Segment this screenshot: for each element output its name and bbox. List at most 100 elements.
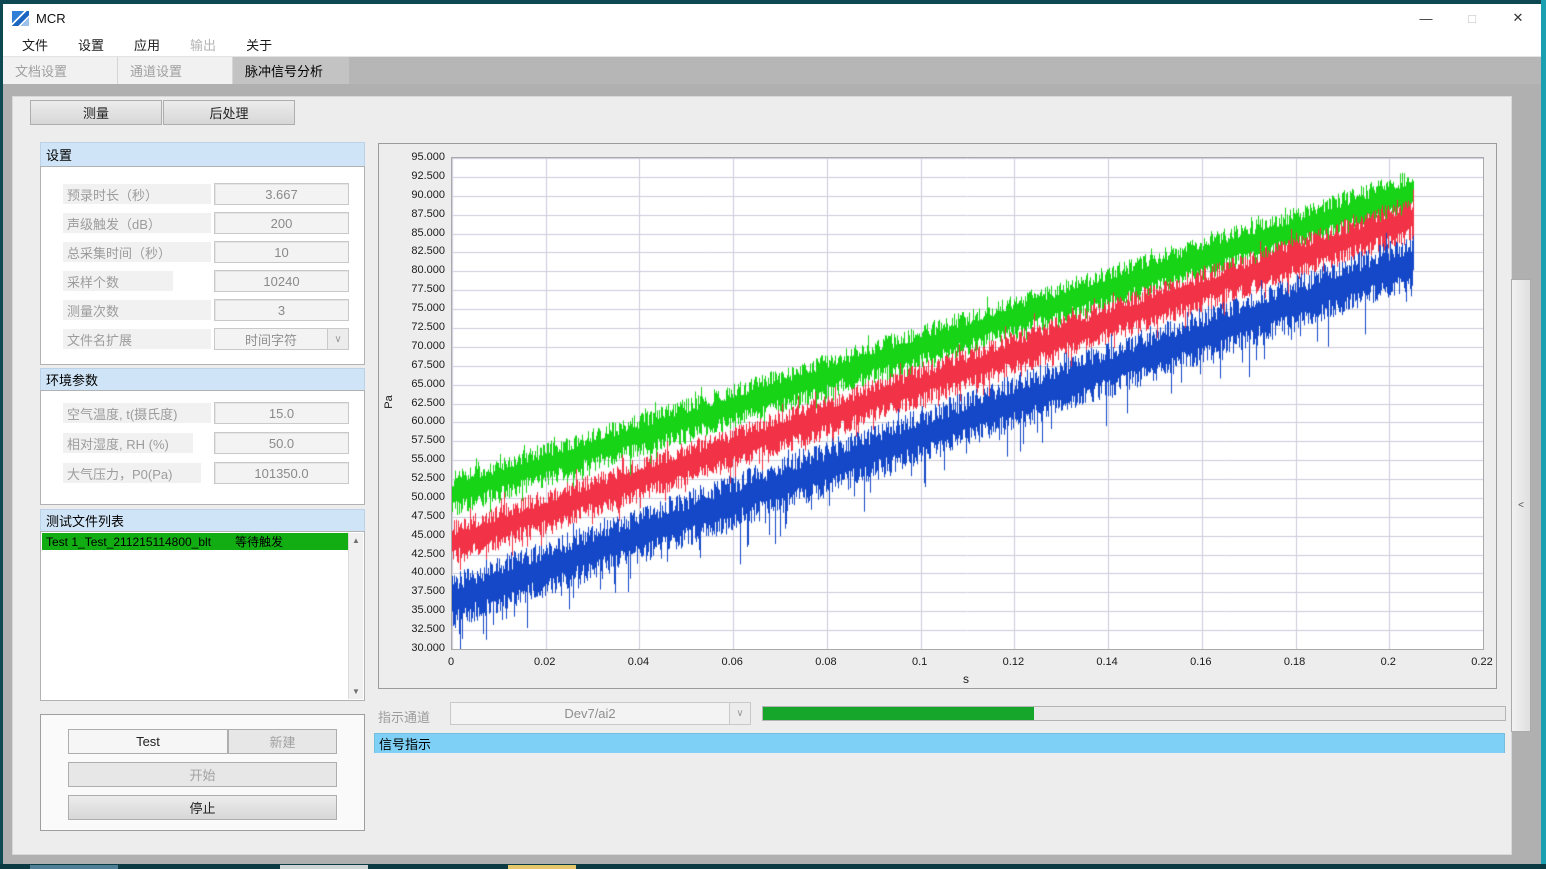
tab-document-settings: 文档设置 xyxy=(3,57,118,84)
x-tick-label: 0.06 xyxy=(721,656,742,668)
y-tick-label: 37.500 xyxy=(381,584,445,598)
collapse-pane-handle[interactable]: < xyxy=(1511,279,1531,732)
y-tick-label: 70.000 xyxy=(381,339,445,353)
run-control-box: Test 新建 开始 停止 xyxy=(40,714,365,831)
menu-settings[interactable]: 设置 xyxy=(63,32,119,57)
close-button[interactable]: ✕ xyxy=(1495,4,1541,32)
taskbar-icon xyxy=(30,865,118,869)
new-button: 新建 xyxy=(228,729,337,754)
y-tick-label: 90.000 xyxy=(381,188,445,202)
level-trigger-field[interactable]: 200 xyxy=(214,212,349,234)
sample-count-field[interactable]: 10240 xyxy=(214,270,349,292)
total-time-label: 总采集时间（秒） xyxy=(63,242,211,262)
signal-plot-canvas xyxy=(452,158,1483,649)
measure-times-label: 测量次数 xyxy=(63,300,211,320)
pressure-field[interactable]: 101350.0 xyxy=(214,462,349,484)
x-axis-title: s xyxy=(963,672,969,686)
prerecord-duration-label: 预录时长（秒） xyxy=(63,184,211,204)
tab-channel-settings: 通道设置 xyxy=(118,57,233,84)
x-tick-label: 0.14 xyxy=(1096,656,1117,668)
file-list-header: 测试文件列表 xyxy=(40,509,365,531)
menu-bar: 文件 设置 应用 输出 关于 xyxy=(3,32,1541,57)
y-tick-label: 82.500 xyxy=(381,244,445,258)
x-tick-label: 0.22 xyxy=(1471,656,1492,668)
taskbar-icon xyxy=(280,865,368,869)
y-tick-label: 40.000 xyxy=(381,565,445,579)
tab-strip: 文档设置 通道设置 脉冲信号分析 xyxy=(3,57,1541,84)
prerecord-duration-field[interactable]: 3.667 xyxy=(214,183,349,205)
y-tick-label: 30.000 xyxy=(381,641,445,655)
y-tick-label: 35.000 xyxy=(381,603,445,617)
y-tick-label: 50.000 xyxy=(381,490,445,504)
y-tick-label: 77.500 xyxy=(381,282,445,296)
list-item[interactable]: Test 1_Test_211215114800_blt 等待触发 xyxy=(42,533,349,550)
menu-output: 输出 xyxy=(175,32,231,57)
x-tick-label: 0.16 xyxy=(1190,656,1211,668)
x-tick-label: 0.08 xyxy=(815,656,836,668)
filename-ext-label: 文件名扩展 xyxy=(63,329,211,349)
y-tick-label: 42.500 xyxy=(381,547,445,561)
scroll-down-icon[interactable]: ▼ xyxy=(349,684,363,699)
y-tick-label: 52.500 xyxy=(381,471,445,485)
y-tick-label: 95.000 xyxy=(381,150,445,164)
level-trigger-label: 声级触发（dB） xyxy=(63,213,211,233)
plot-area xyxy=(451,157,1484,650)
title-bar: MCR — □ ✕ xyxy=(3,4,1541,32)
env-panel: 空气温度, t(摄氏度) 15.0 相对湿度, RH (%) 50.0 大气压力… xyxy=(40,390,365,505)
menu-file[interactable]: 文件 xyxy=(7,32,63,57)
x-tick-label: 0.02 xyxy=(534,656,555,668)
maximize-button[interactable]: □ xyxy=(1449,4,1495,32)
y-tick-label: 80.000 xyxy=(381,263,445,277)
settings-panel: 预录时长（秒） 3.667 声级触发（dB） 200 总采集时间（秒） 10 采… xyxy=(40,166,365,365)
env-panel-header: 环境参数 xyxy=(40,368,365,390)
taskbar-icon xyxy=(508,865,576,869)
x-tick-label: 0.2 xyxy=(1381,656,1396,668)
y-tick-label: 32.500 xyxy=(381,622,445,636)
y-tick-label: 75.000 xyxy=(381,301,445,315)
y-tick-label: 87.500 xyxy=(381,207,445,221)
start-button: 开始 xyxy=(68,762,337,787)
tab-pulse-signal-analysis[interactable]: 脉冲信号分析 xyxy=(233,57,349,84)
test-file-status: 等待触发 xyxy=(235,533,283,550)
y-tick-label: 67.500 xyxy=(381,358,445,372)
x-tick-label: 0 xyxy=(448,656,454,668)
measure-times-field[interactable]: 3 xyxy=(214,299,349,321)
chevron-down-icon[interactable]: ∨ xyxy=(327,329,348,349)
filename-ext-dropdown[interactable]: 时间字符 ∨ xyxy=(214,328,349,350)
minimize-button[interactable]: — xyxy=(1403,4,1449,32)
test-name-field[interactable]: Test xyxy=(68,729,228,754)
x-tick-label: 0.1 xyxy=(912,656,927,668)
stop-button[interactable]: 停止 xyxy=(68,795,337,820)
total-time-field[interactable]: 10 xyxy=(214,241,349,263)
indicator-channel-value: Dev7/ai2 xyxy=(451,706,729,721)
waveform-chart: Pa 95.00092.50090.00087.50085.00082.5008… xyxy=(378,143,1497,689)
signal-panel-header: 信号指示 xyxy=(374,733,1505,753)
indicator-channel-dropdown[interactable]: Dev7/ai2 ∨ xyxy=(450,702,751,725)
menu-about[interactable]: 关于 xyxy=(231,32,287,57)
indicator-channel-label: 指示通道 xyxy=(378,707,430,726)
scroll-up-icon[interactable]: ▲ xyxy=(349,533,363,548)
x-tick-label: 0.18 xyxy=(1284,656,1305,668)
measure-button[interactable]: 测量 xyxy=(30,100,162,125)
file-list-scrollbar[interactable]: ▲ ▼ xyxy=(348,533,363,699)
post-process-button[interactable]: 后处理 xyxy=(163,100,295,125)
chevron-down-icon[interactable]: ∨ xyxy=(729,703,750,724)
y-tick-label: 60.000 xyxy=(381,414,445,428)
window-title: MCR xyxy=(36,11,66,26)
x-tick-label: 0.12 xyxy=(1003,656,1024,668)
humidity-label: 相对湿度, RH (%) xyxy=(63,433,193,453)
collapse-left-icon: < xyxy=(1518,500,1524,511)
window-controls: — □ ✕ xyxy=(1403,4,1541,32)
app-logo-icon xyxy=(12,11,29,26)
air-temp-field[interactable]: 15.0 xyxy=(214,402,349,424)
test-file-name: Test 1_Test_211215114800_blt xyxy=(46,535,211,549)
taskbar xyxy=(0,864,1546,869)
y-tick-label: 47.500 xyxy=(381,509,445,523)
humidity-field[interactable]: 50.0 xyxy=(214,432,349,454)
air-temp-label: 空气温度, t(摄氏度) xyxy=(63,403,211,423)
y-tick-label: 45.000 xyxy=(381,528,445,542)
filename-ext-value: 时间字符 xyxy=(215,330,327,349)
menu-apply[interactable]: 应用 xyxy=(119,32,175,57)
x-tick-label: 0.04 xyxy=(628,656,649,668)
test-file-list[interactable]: Test 1_Test_211215114800_blt 等待触发 ▲ ▼ xyxy=(40,531,365,701)
